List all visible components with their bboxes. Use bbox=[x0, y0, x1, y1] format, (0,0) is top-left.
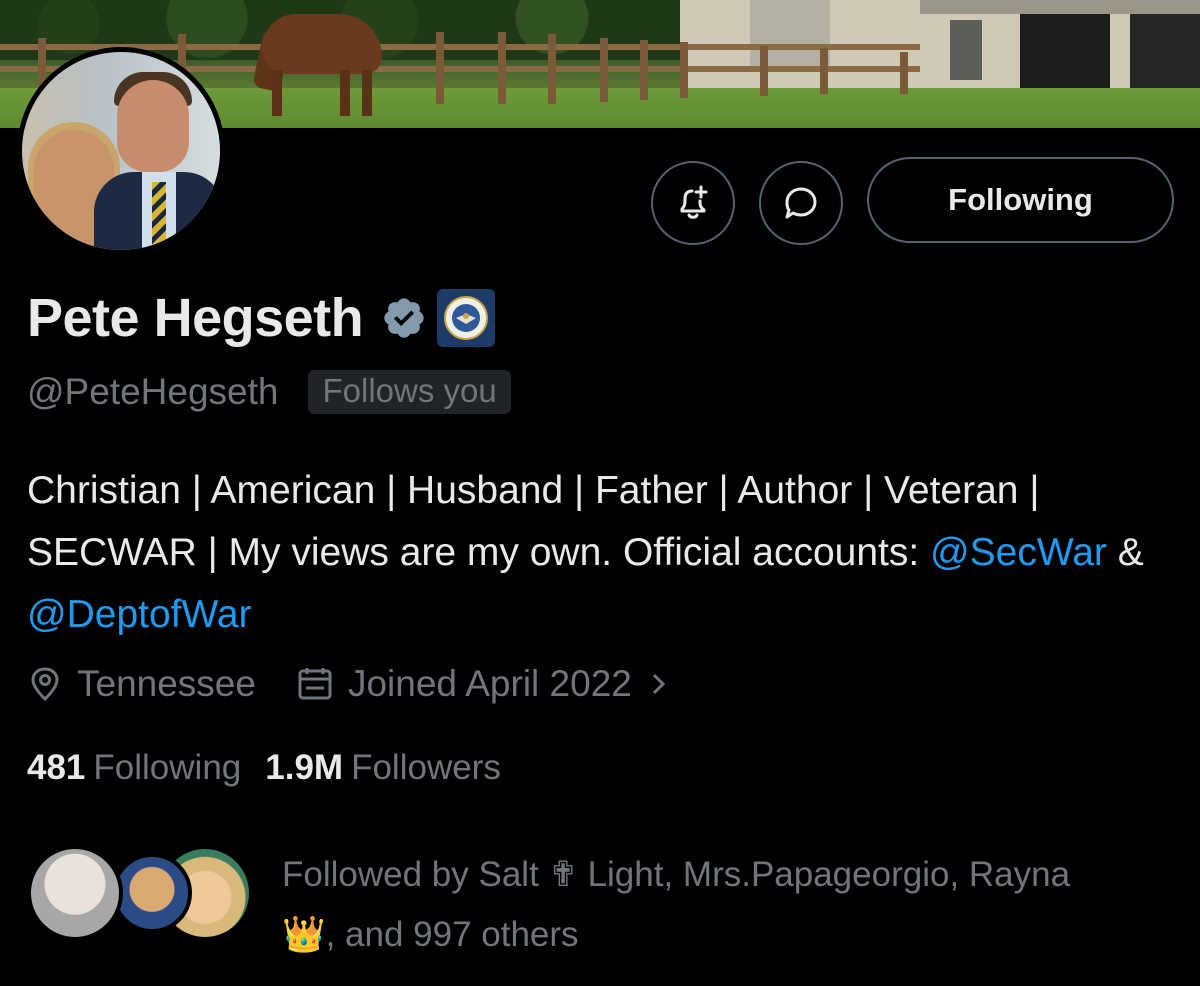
location: Tennessee bbox=[27, 663, 256, 705]
mention-secwar-link[interactable]: @SecWar bbox=[930, 531, 1107, 574]
username: @PeteHegseth bbox=[27, 371, 279, 412]
calendar-icon bbox=[298, 668, 332, 700]
followers-count: 1.9M bbox=[265, 748, 344, 787]
location-text: Tennessee bbox=[77, 663, 256, 704]
profile-avatar[interactable] bbox=[17, 47, 225, 255]
profile-meta: Tennessee Joined April 2022 bbox=[27, 663, 670, 705]
bell-plus-icon bbox=[680, 185, 708, 219]
bio-ampersand: & bbox=[1106, 531, 1144, 574]
follow-stats: 481 Following 1.9M Followers bbox=[27, 748, 501, 788]
follower-avatar bbox=[112, 853, 192, 933]
bio-text: Christian | American | Husband | Father … bbox=[27, 469, 1040, 574]
followed-by-text: Followed by Salt ✟ Light, Mrs.Papageorgi… bbox=[282, 845, 1187, 965]
location-pin-icon bbox=[31, 667, 59, 702]
chevron-right-icon bbox=[652, 673, 665, 695]
avatar-photo bbox=[22, 52, 220, 250]
notify-button[interactable] bbox=[651, 161, 735, 245]
verified-badge-icon[interactable] bbox=[381, 295, 427, 341]
name-row: Pete Hegseth bbox=[27, 287, 496, 349]
join-date[interactable]: Joined April 2022 bbox=[296, 663, 670, 705]
mention-deptofwar-link[interactable]: @DeptofWar bbox=[27, 593, 252, 636]
followers-stat[interactable]: 1.9M Followers bbox=[265, 748, 501, 788]
followed-by-count: , and 997 others bbox=[325, 915, 579, 954]
follower-avatar bbox=[27, 845, 123, 941]
follows-you-badge: Follows you bbox=[308, 370, 511, 414]
followed-by-section[interactable]: Followed by Salt ✟ Light, Mrs.Papageorgi… bbox=[27, 845, 1187, 954]
following-stat[interactable]: 481 Following bbox=[27, 748, 241, 788]
followed-by-names: Followed by Salt ✟ Light, Mrs.Papageorgi… bbox=[282, 855, 1071, 894]
affiliation-seal-icon[interactable] bbox=[437, 289, 496, 347]
crown-emoji: 👑 bbox=[282, 915, 326, 954]
display-name: Pete Hegseth bbox=[27, 288, 364, 348]
handle-row: @PeteHegseth Follows you bbox=[27, 370, 511, 414]
profile-bio: Christian | American | Husband | Father … bbox=[27, 460, 1177, 646]
followers-label: Followers bbox=[351, 748, 501, 787]
join-date-text: Joined April 2022 bbox=[347, 663, 632, 704]
following-label: Following bbox=[93, 748, 242, 787]
following-button[interactable]: Following bbox=[867, 157, 1174, 243]
chat-bubble-icon bbox=[785, 187, 817, 219]
message-button[interactable] bbox=[759, 161, 843, 245]
following-count: 481 bbox=[27, 748, 86, 787]
